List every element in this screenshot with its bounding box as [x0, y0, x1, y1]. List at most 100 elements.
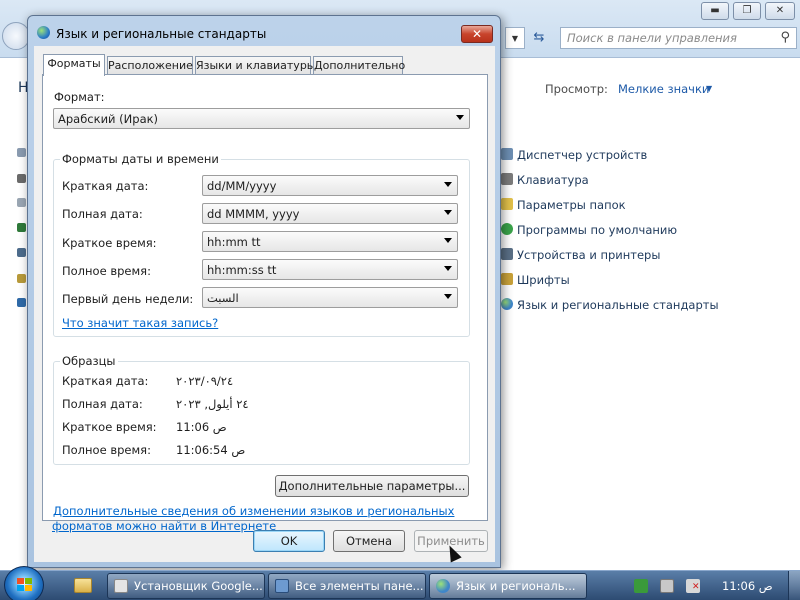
close-window-button[interactable]: ✕ [765, 2, 795, 20]
sample-long-time-label: Полное время: [62, 443, 151, 457]
folder-options-icon [501, 198, 513, 210]
chevron-down-icon [444, 294, 452, 299]
action-center-icon[interactable] [634, 579, 648, 593]
short-date-label: Краткая дата: [62, 179, 149, 193]
show-desktop-button[interactable] [788, 571, 800, 600]
long-time-label: Полное время: [62, 264, 151, 278]
cp-item-label: Программы по умолчанию [517, 223, 678, 237]
region-language-dialog: Язык и региональные стандарты ✕ Форматы … [27, 15, 501, 568]
device-manager-icon [501, 148, 513, 160]
control-panel-icon [275, 579, 289, 593]
long-time-value: hh:mm:ss tt [207, 263, 277, 277]
long-date-value: dd MMMM, yyyy [207, 207, 300, 221]
sample-long-date-label: Полная дата: [62, 397, 143, 411]
chevron-down-icon [444, 238, 452, 243]
item-icon [17, 274, 26, 283]
format-select-value: Арабский (Ирак) [58, 112, 159, 126]
taskbar-task-region-language[interactable]: Язык и региональ... [429, 573, 587, 599]
ok-button[interactable]: OK [253, 530, 325, 552]
long-time-select[interactable]: hh:mm:ss tt [202, 259, 458, 280]
tab-administrative[interactable]: Дополнительно [313, 56, 405, 75]
chevron-down-icon [444, 266, 452, 271]
network-icon[interactable] [660, 579, 674, 593]
chevron-down-icon [444, 182, 452, 187]
short-date-value: dd/MM/yyyy [207, 179, 277, 193]
taskbar: Установщик Google... Все элементы пане..… [0, 566, 800, 600]
first-day-select[interactable]: السبت [202, 287, 458, 308]
samples-group-title: Образцы [60, 354, 118, 368]
taskbar-task-installer[interactable]: Установщик Google... [107, 573, 265, 599]
short-date-select[interactable]: dd/MM/yyyy [202, 175, 458, 196]
more-info-link-line2[interactable]: форматов можно найти в Интернете [52, 519, 276, 533]
tab-keyboards-languages[interactable]: Языки и клавиатуры [195, 56, 316, 75]
taskbar-task-control-panel[interactable]: Все элементы пане... [268, 573, 426, 599]
format-label: Формат: [54, 90, 105, 104]
search-input[interactable]: Поиск в панели управления ⚲ [560, 27, 797, 49]
notation-help-link[interactable]: Что значит такая запись? [62, 316, 218, 330]
additional-settings-button[interactable]: Дополнительные параметры... [275, 475, 469, 497]
short-time-label: Краткое время: [62, 236, 157, 250]
cp-item-label: Параметры папок [517, 198, 626, 212]
sample-short-time-label: Краткое время: [62, 420, 157, 434]
search-icon[interactable]: ⚲ [780, 30, 790, 45]
cp-item-label: Устройства и принтеры [517, 248, 661, 262]
item-icon [17, 298, 26, 307]
minimize-button[interactable]: ▬ [701, 2, 729, 20]
cp-item-label: Язык и региональные стандарты [517, 298, 719, 312]
sample-long-time-value: 11:06:54 ص [176, 443, 246, 457]
datetime-group-title: Форматы даты и времени [60, 152, 221, 166]
globe-icon [436, 579, 450, 593]
sample-short-time-value: 11:06 ص [176, 420, 227, 434]
volume-muted-icon[interactable]: ✕ [686, 579, 700, 593]
refresh-icon[interactable]: ⇆ [528, 27, 550, 49]
chevron-down-icon [456, 115, 464, 120]
sample-short-date-label: Краткая дата: [62, 374, 149, 388]
back-button[interactable] [2, 22, 30, 50]
taskbar-clock[interactable]: 11:06 ص [722, 579, 773, 593]
cp-item-label: Клавиатура [517, 173, 589, 187]
task-label: Установщик Google... [134, 579, 263, 593]
maximize-button[interactable]: ❐ [733, 2, 761, 20]
search-placeholder: Поиск в панели управления [567, 31, 737, 45]
long-date-select[interactable]: dd MMMM, yyyy [202, 203, 458, 224]
samples-group: Образцы Краткая дата: ٢٠٢٣/٠٩/٢٤ Полная … [53, 354, 470, 465]
item-icon [17, 198, 26, 207]
long-date-label: Полная дата: [62, 207, 143, 221]
dialog-title: Язык и региональные стандарты [56, 27, 267, 41]
item-icon [17, 223, 26, 232]
chevron-down-icon [444, 210, 452, 215]
short-time-select[interactable]: hh:mm tt [202, 231, 458, 252]
tab-location[interactable]: Расположение [107, 56, 193, 75]
task-label: Все элементы пане... [295, 579, 424, 593]
format-select[interactable]: Арабский (Ирак) [53, 108, 470, 129]
first-day-label: Первый день недели: [62, 292, 194, 306]
item-icon [17, 148, 26, 157]
short-time-value: hh:mm tt [207, 235, 261, 249]
chevron-down-icon[interactable]: ▼ [706, 84, 712, 93]
installer-icon [114, 579, 128, 593]
item-icon [17, 248, 26, 257]
formats-tab-panel: Формат: Арабский (Ирак) Форматы даты и в… [42, 74, 488, 521]
dialog-client-area: Форматы Расположение Языки и клавиатуры … [34, 46, 495, 562]
keyboard-icon [501, 173, 513, 185]
globe-icon [37, 26, 50, 39]
cancel-button[interactable]: Отмена [333, 530, 405, 552]
printer-icon [501, 248, 513, 260]
tab-formats[interactable]: Форматы [43, 54, 105, 76]
task-label: Язык и региональ... [456, 579, 576, 593]
view-label: Просмотр: [545, 82, 608, 96]
item-icon [17, 174, 26, 183]
windows-logo-icon [17, 578, 33, 592]
first-day-value: السبت [207, 291, 239, 305]
globe-icon [501, 298, 513, 310]
fonts-icon [501, 273, 513, 285]
view-mode-dropdown[interactable]: Мелкие значки [618, 82, 709, 96]
sample-long-date-value: ٢٤ أيلول, ٢٠٢٣ [176, 397, 249, 411]
cp-item-label: Диспетчер устройств [517, 148, 648, 162]
start-button[interactable] [4, 566, 44, 600]
explorer-pinned-icon[interactable] [66, 574, 100, 598]
address-dropdown-button[interactable]: ▼ [505, 27, 525, 49]
dialog-close-button[interactable]: ✕ [461, 25, 493, 43]
sample-short-date-value: ٢٠٢٣/٠٩/٢٤ [176, 374, 234, 388]
more-info-link-line1[interactable]: Дополнительные сведения об изменении язы… [53, 504, 454, 518]
